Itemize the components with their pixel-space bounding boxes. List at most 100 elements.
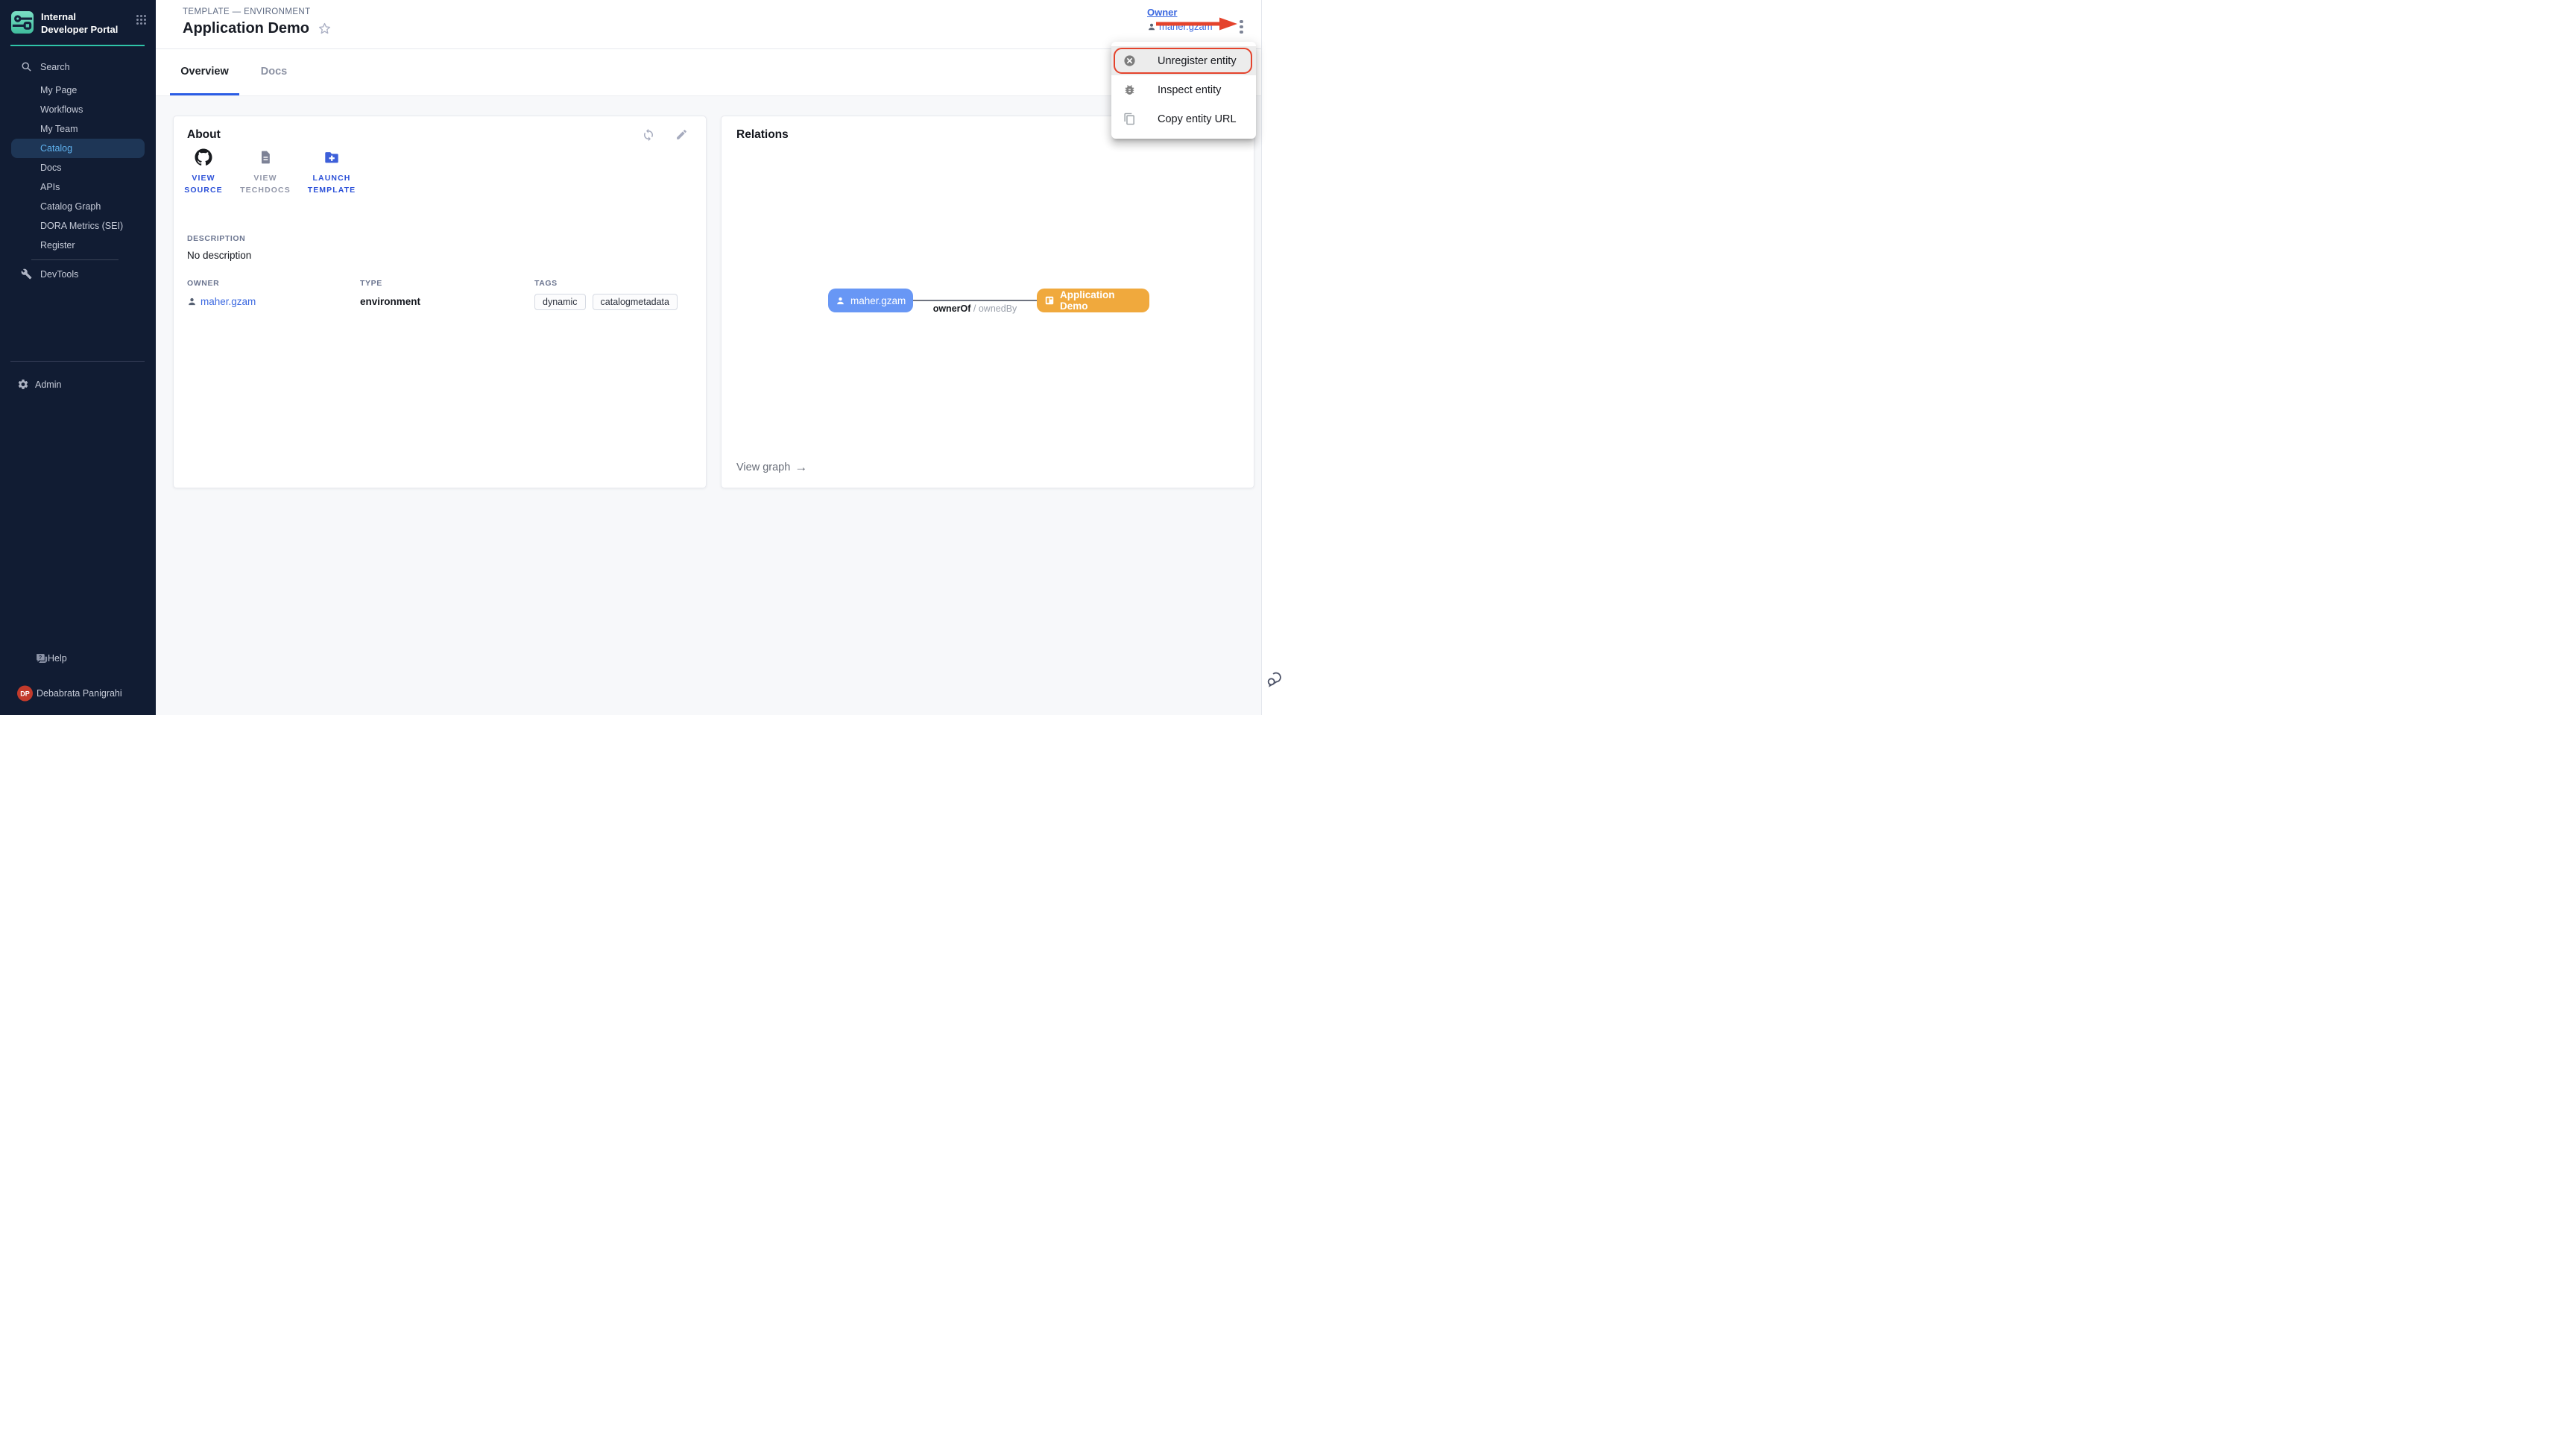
sidebar-item-catalog[interactable]: Catalog — [11, 139, 145, 158]
owner-box: Owner maher.gzam — [1147, 7, 1213, 32]
entity-context-menu: Unregister entity Inspect entity Copy en… — [1111, 42, 1256, 139]
sidebar-item-my-page[interactable]: My Page — [0, 81, 156, 100]
sidebar-item-label: DevTools — [40, 269, 78, 280]
search-icon — [21, 61, 33, 73]
folder-plus-icon — [291, 148, 373, 167]
sidebar-item-my-team[interactable]: My Team — [0, 119, 156, 139]
relation-separator: / — [973, 303, 976, 314]
brand-divider — [10, 45, 145, 46]
sidebar-item-dora-metrics[interactable]: DORA Metrics (SEI) — [0, 216, 156, 236]
type-label: TYPE — [360, 279, 420, 288]
sidebar-item-docs[interactable]: Docs — [0, 158, 156, 177]
owner-name: maher.gzam — [1159, 21, 1213, 32]
description-value: No description — [187, 250, 251, 261]
sidebar-item-workflows[interactable]: Workflows — [0, 100, 156, 119]
sidebar-item-search[interactable]: Search — [0, 57, 156, 77]
menu-item-label: Inspect entity — [1158, 84, 1221, 96]
relations-card: Relations ownerOf / ownedBy maher.gzam — [721, 116, 1254, 488]
owner-label: OWNER — [187, 279, 256, 288]
gear-icon — [17, 378, 30, 391]
menu-item-inspect-entity[interactable]: Inspect entity — [1111, 75, 1256, 104]
content-area: About VIEW SOURCE — [156, 96, 1261, 715]
about-card-title: About — [187, 128, 221, 142]
arrow-right-icon: → — [795, 461, 807, 473]
sidebar-item-label: Workflows — [40, 104, 83, 115]
sidebar-divider — [10, 361, 145, 362]
right-rail — [1261, 0, 1288, 715]
action-label-line: LAUNCH — [291, 172, 373, 184]
about-owner-name: maher.gzam — [201, 296, 256, 307]
help-label: Help — [48, 653, 67, 664]
relation-edge — [913, 300, 1037, 301]
apps-grid-icon[interactable] — [136, 14, 147, 25]
nav-divider — [31, 259, 119, 260]
app-logo — [11, 11, 34, 34]
launch-template-button[interactable]: LAUNCH TEMPLATE — [291, 148, 373, 196]
template-icon — [1044, 295, 1055, 306]
page-title: Application Demo — [183, 20, 309, 37]
type-value: environment — [360, 296, 420, 307]
sidebar-item-label: Register — [40, 240, 75, 251]
sidebar-nav: Search My Page Workflows My Team Catalog… — [0, 57, 156, 284]
menu-item-label: Unregister entity — [1158, 55, 1237, 67]
sidebar-bottom: ? Help DP Debabrata Panigrahi — [0, 649, 156, 705]
sidebar-item-label: Docs — [40, 163, 61, 173]
action-label-line: TEMPLATE — [291, 184, 373, 196]
tags-label: TAGS — [534, 279, 678, 288]
graph-node-label: maher.gzam — [850, 295, 906, 306]
sidebar-item-label: My Page — [40, 85, 77, 95]
sidebar-item-help[interactable]: ? Help — [0, 649, 156, 668]
description-label: DESCRIPTION — [187, 234, 251, 243]
relation-edge-label: ownerOf / ownedBy — [913, 303, 1037, 314]
sidebar-item-label: APIs — [40, 182, 60, 192]
person-icon — [1147, 22, 1156, 31]
tab-overview[interactable]: Overview — [170, 49, 239, 94]
app-title: Internal Developer Portal — [41, 11, 121, 37]
tag-chip[interactable]: catalogmetadata — [593, 294, 678, 310]
sidebar-item-admin[interactable]: Admin — [0, 375, 156, 394]
active-tab-indicator — [170, 93, 239, 95]
graph-node-user[interactable]: maher.gzam — [828, 289, 913, 312]
user-name: Debabrata Panigrahi — [37, 688, 122, 699]
sidebar-item-apis[interactable]: APIs — [0, 177, 156, 197]
sidebar-item-label: Search — [40, 62, 70, 72]
tab-docs[interactable]: Docs — [239, 49, 309, 94]
sidebar-item-register[interactable]: Register — [0, 236, 156, 255]
about-card: About VIEW SOURCE — [173, 116, 707, 488]
favorite-star-icon[interactable] — [318, 22, 332, 36]
sidebar-item-label: Admin — [35, 379, 61, 390]
svg-text:?: ? — [39, 654, 42, 660]
about-owner-link[interactable]: maher.gzam — [187, 296, 256, 307]
graph-node-label: Application Demo — [1060, 289, 1140, 312]
page-header: TEMPLATE — ENVIRONMENT Application Demo … — [156, 0, 1261, 49]
sidebar-item-label: Catalog Graph — [40, 201, 101, 212]
header-owner-value[interactable]: maher.gzam — [1147, 21, 1213, 32]
sidebar-header: Internal Developer Portal — [0, 0, 156, 37]
edit-pencil-icon[interactable] — [675, 128, 688, 142]
tabbar: Overview Docs — [156, 49, 1261, 96]
copy-icon — [1123, 113, 1136, 125]
menu-item-copy-entity-url[interactable]: Copy entity URL — [1111, 104, 1256, 133]
sidebar-item-label: DORA Metrics (SEI) — [40, 221, 123, 231]
owner-link[interactable]: Owner — [1147, 7, 1177, 18]
tag-chip[interactable]: dynamic — [534, 294, 586, 310]
chat-bubbles-icon[interactable] — [1266, 670, 1284, 688]
sidebar-item-label: Catalog — [40, 143, 72, 154]
menu-item-label: Copy entity URL — [1158, 113, 1237, 125]
person-icon — [187, 297, 197, 306]
sidebar-item-catalog-graph[interactable]: Catalog Graph — [0, 197, 156, 216]
relation-primary: ownerOf — [933, 303, 971, 314]
relation-secondary: ownedBy — [979, 303, 1017, 314]
entity-kebab-menu-icon[interactable] — [1235, 16, 1248, 37]
sidebar-item-devtools[interactable]: DevTools — [0, 265, 156, 284]
graph-node-entity[interactable]: Application Demo — [1037, 289, 1149, 312]
circle-x-icon — [1123, 54, 1136, 67]
person-icon — [836, 296, 845, 306]
menu-item-unregister-entity[interactable]: Unregister entity — [1111, 46, 1256, 75]
sidebar-user[interactable]: DP Debabrata Panigrahi — [0, 682, 156, 705]
breadcrumb: TEMPLATE — ENVIRONMENT — [183, 7, 311, 16]
refresh-icon[interactable] — [642, 128, 655, 142]
view-graph-link[interactable]: View graph → — [736, 461, 807, 473]
sidebar: Internal Developer Portal Search My Page… — [0, 0, 156, 715]
sidebar-item-label: My Team — [40, 124, 78, 134]
